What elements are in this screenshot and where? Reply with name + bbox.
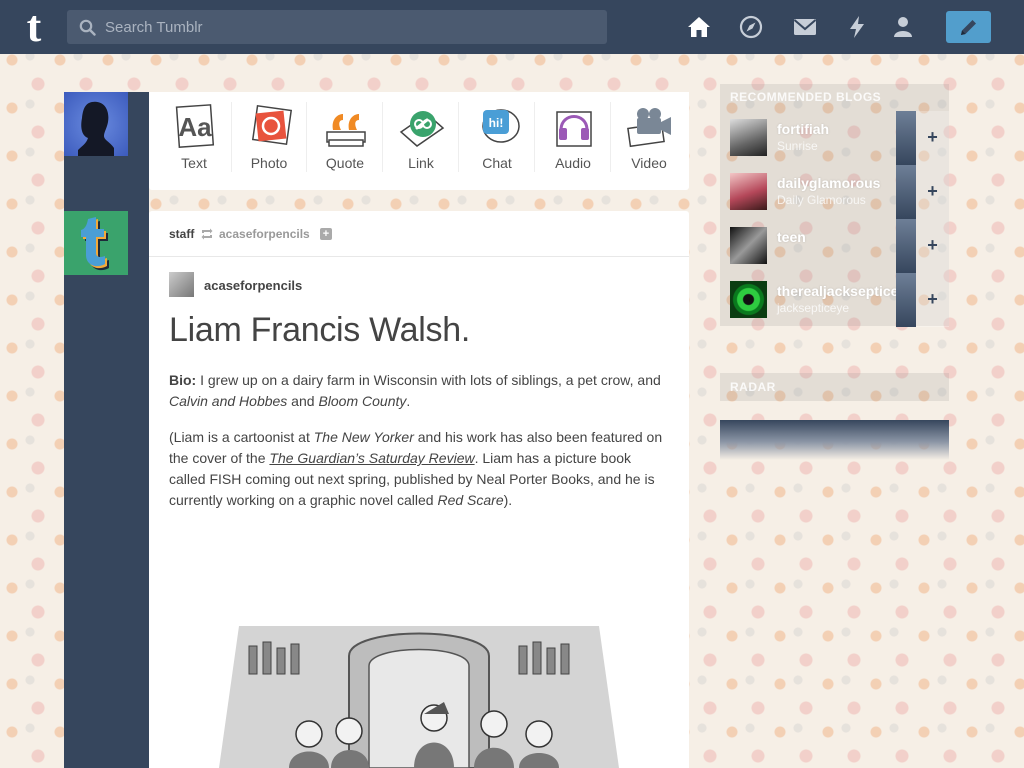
radar-post-image[interactable] [720,420,949,460]
recommended-avatar[interactable] [730,173,767,210]
account-icon[interactable] [890,14,916,40]
bio-paragraph: Bio: I grew up on a dairy farm in Wiscon… [169,372,661,409]
reblog-source-link[interactable]: acaseforpencils [219,227,310,241]
text-icon: Aa [175,104,215,148]
search-input[interactable] [105,10,595,44]
recommended-title: RECOMMENDED BLOGS [730,90,882,104]
compose-button[interactable] [946,11,991,43]
photo-icon [251,104,293,146]
tumblr-logo[interactable]: t [16,5,52,49]
post-type-photo[interactable]: Photo [231,92,307,190]
post-type-link[interactable]: Link [383,92,459,190]
quote-icon [326,114,366,147]
radar-title: RADAR [730,380,776,394]
recommended-item[interactable]: teen + [720,219,949,273]
activity-icon[interactable] [844,14,870,40]
recommended-item[interactable]: dailyglamorous Daily Glamorous + [720,165,949,219]
follow-button[interactable]: + [916,165,949,219]
post-title: Liam Francis Walsh. [169,311,470,349]
post-type-text[interactable]: Aa Text [156,92,232,190]
follow-plus-icon[interactable]: + [320,228,332,240]
svg-text:Aa: Aa [178,112,212,142]
radar-section: RADAR [720,373,949,401]
link-icon [399,111,445,147]
audio-icon [556,111,592,147]
follow-button[interactable]: + [916,219,949,273]
explore-icon[interactable] [738,14,764,40]
guardian-link[interactable]: The Guardian’s Saturday Review [269,450,474,466]
staff-avatar[interactable] [64,211,128,275]
top-navbar: t [0,0,1024,54]
silhouette-icon [78,101,114,156]
recommended-avatar[interactable] [730,281,767,318]
tumblr-t-icon [81,217,109,271]
reblog-icon [201,228,213,240]
video-icon [627,108,671,148]
recommended-item[interactable]: therealjacksepticeye jacksepticeye + [720,273,949,327]
post-type-video[interactable]: Video [611,92,687,190]
recommended-blogs: RECOMMENDED BLOGS fortifiah Sunrise + da… [720,84,949,327]
info-paragraph: (Liam is a cartoonist at The New Yorker … [169,429,663,508]
follow-button[interactable]: + [916,111,949,165]
recommended-avatar[interactable] [730,227,767,264]
home-icon[interactable] [686,14,712,40]
search-icon [79,19,96,36]
inbox-icon[interactable] [792,14,818,40]
recommended-avatar[interactable] [730,119,767,156]
search-box[interactable] [67,10,607,44]
svg-text:hi!: hi! [489,116,504,130]
user-avatar[interactable] [64,92,128,156]
post-type-audio[interactable]: Audio [535,92,611,190]
dashboard-left-rail [64,92,149,768]
post-author-link[interactable]: staff [169,227,194,241]
source-avatar[interactable] [169,272,194,297]
post-type-bar: Aa Text Photo Quote Link hi! Chat Audio … [149,92,689,190]
chat-icon: hi! [482,109,520,143]
follow-button[interactable]: + [916,273,949,327]
dashboard-post: staff acaseforpencils + acaseforpencils … [149,211,689,768]
source-blog-name[interactable]: acaseforpencils [204,278,302,293]
cartoon-image[interactable] [199,606,639,768]
post-type-quote[interactable]: Quote [307,92,383,190]
pencil-icon [961,20,976,35]
recommended-item[interactable]: fortifiah Sunrise + [720,111,949,165]
post-header: staff acaseforpencils + [149,211,689,257]
post-type-chat[interactable]: hi! Chat [459,92,535,190]
